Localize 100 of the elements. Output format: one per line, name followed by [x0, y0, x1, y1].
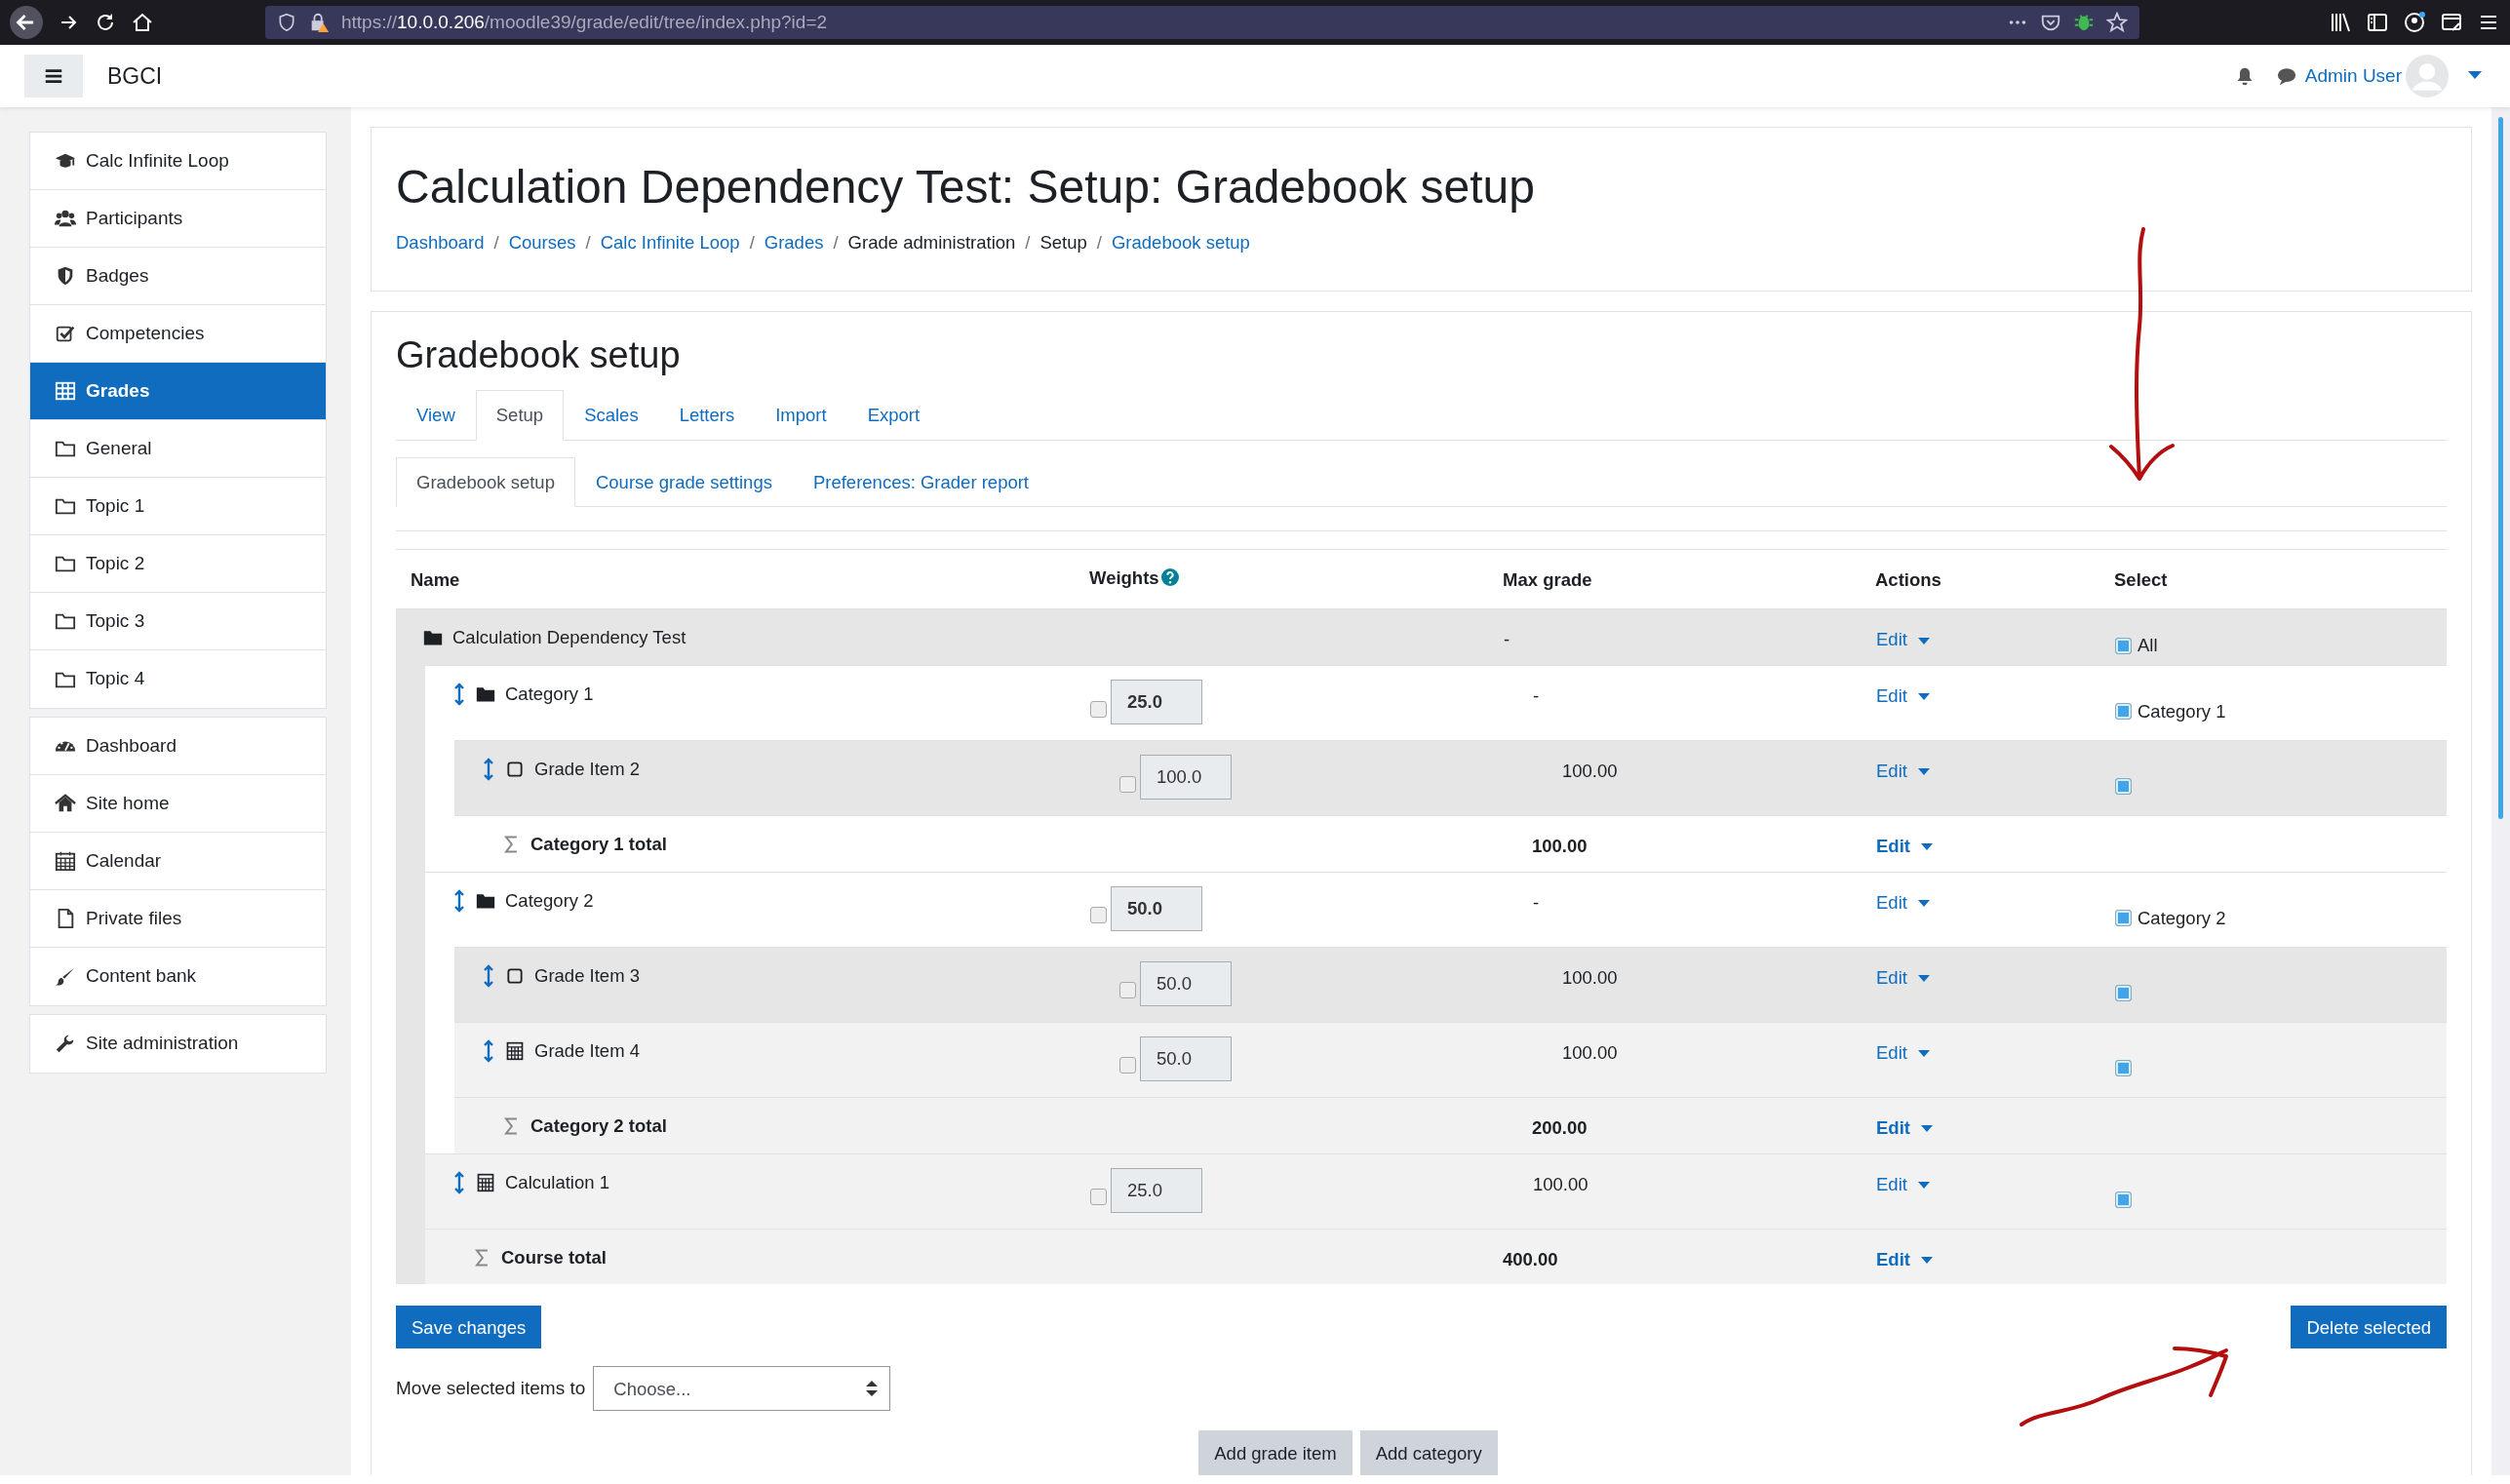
sidebar-item[interactable]: Badges	[30, 248, 326, 305]
address-bar[interactable]: https://10.0.0.206/moodle39/grade/edit/tree/index.php?id=2	[265, 6, 2139, 39]
checkbox[interactable]	[2115, 1059, 2132, 1076]
checkbox[interactable]	[2115, 778, 2132, 796]
breadcrumb-link[interactable]: Grades	[764, 228, 824, 256]
user-name-link[interactable]: Admin User	[2304, 61, 2402, 91]
move-icon[interactable]	[452, 1170, 466, 1194]
edit-menu-link[interactable]: Edit	[1876, 1116, 1934, 1138]
edit-menu-link[interactable]: Edit	[1876, 966, 1931, 988]
tab[interactable]: Preferences: Grader report	[792, 456, 1049, 508]
edit-menu-link[interactable]: Edit	[1876, 1173, 1931, 1194]
folder-icon	[476, 684, 495, 705]
checkbox[interactable]	[2115, 909, 2132, 926]
page-title: Calculation Dependency Test: Setup: Gradebook setup	[396, 160, 1536, 215]
paintbrush-icon	[55, 965, 76, 988]
edit-menu-link[interactable]: Edit	[1876, 685, 1931, 707]
checkbox[interactable]	[1090, 907, 1107, 924]
scrollbar[interactable]	[2491, 107, 2510, 1476]
checkbox[interactable]	[1119, 982, 1136, 999]
breadcrumb-link[interactable]: Courses	[508, 228, 576, 256]
checkbox[interactable]	[1119, 775, 1136, 793]
item-name: Grade Item 2	[534, 758, 640, 782]
caret-icon	[1918, 693, 1931, 702]
save-changes-button[interactable]: Save changes	[396, 1306, 542, 1349]
weight-input[interactable]: 25.0	[1111, 1167, 1202, 1213]
move-select[interactable]: Choose...	[593, 1366, 891, 1412]
sidebar-icon[interactable]	[2366, 11, 2389, 34]
sidebar-item[interactable]: Topic 3	[30, 593, 326, 650]
add-button[interactable]: Add category	[1359, 1430, 1498, 1476]
menu-button[interactable]	[24, 55, 83, 98]
star-icon[interactable]	[2106, 12, 2128, 33]
tab[interactable]: Course grade settings	[574, 456, 793, 508]
tab[interactable]: Scales	[564, 389, 659, 441]
tab[interactable]: Export	[846, 389, 941, 441]
calculator-icon	[505, 1040, 525, 1061]
weight-input[interactable]: 100.0	[1140, 755, 1232, 801]
sidebar-item[interactable]: Grades	[30, 363, 326, 420]
calendar-icon	[55, 850, 76, 872]
sidebar-item[interactable]: Site home	[30, 775, 326, 833]
sidebar-item[interactable]: Participants	[30, 190, 326, 248]
checkbox[interactable]	[1090, 1189, 1107, 1206]
select-label: All	[2137, 634, 2158, 658]
sidebar-item[interactable]: Topic 2	[30, 535, 326, 593]
tab[interactable]: Letters	[658, 389, 756, 441]
move-icon[interactable]	[452, 888, 466, 913]
edit-menu-link[interactable]: Edit	[1876, 891, 1931, 913]
edit-menu-link[interactable]: Edit	[1876, 629, 1931, 650]
breadcrumb-link[interactable]: Dashboard	[396, 228, 485, 256]
sidebar-item[interactable]: Calendar	[30, 833, 326, 890]
max-grade-text: 100.00	[1561, 1040, 1618, 1065]
item-name: Grade Item 3	[534, 963, 640, 988]
back-icon[interactable]	[10, 6, 43, 39]
edit-menu-link[interactable]: Edit	[1876, 1041, 1931, 1063]
checkbox[interactable]	[1119, 1057, 1136, 1074]
library-icon[interactable]	[2329, 11, 2352, 34]
edit-menu-link[interactable]: Edit	[1876, 1248, 1934, 1269]
move-icon[interactable]	[452, 683, 466, 707]
sidebar-item[interactable]: Topic 4	[30, 650, 326, 708]
max-grade-text: -	[1503, 628, 1510, 652]
chat-icon[interactable]	[2275, 65, 2297, 87]
edit-menu-link[interactable]: Edit	[1876, 761, 1931, 782]
move-icon[interactable]	[482, 1038, 495, 1063]
checkbox[interactable]	[2115, 984, 2132, 1001]
account-icon[interactable]	[2403, 11, 2426, 34]
sidebar-item[interactable]: Calc Infinite Loop	[30, 133, 326, 190]
checkbox[interactable]	[2115, 1191, 2132, 1208]
select-label: Category 2	[2137, 906, 2226, 930]
tab[interactable]: Import	[755, 389, 847, 441]
weight-input[interactable]: 25.0	[1111, 680, 1202, 725]
site-name[interactable]: BGCI	[107, 59, 163, 94]
caret-icon[interactable]	[2468, 71, 2482, 81]
sidebar-item[interactable]: Site administration	[30, 1015, 326, 1073]
help-icon[interactable]	[1160, 568, 1179, 587]
delete-selected-button[interactable]: Delete selected	[2291, 1306, 2447, 1349]
sidebar-item[interactable]: Dashboard	[30, 718, 326, 775]
checkbox[interactable]	[2115, 637, 2132, 654]
breadcrumb-separator: /	[749, 230, 755, 254]
edit-menu-link[interactable]: Edit	[1876, 836, 1934, 857]
checkbox[interactable]	[2115, 703, 2132, 721]
weight-input[interactable]: 50.0	[1111, 885, 1202, 931]
breadcrumb-link[interactable]: Calc Infinite Loop	[600, 228, 740, 256]
sidebar-item[interactable]: Private files	[30, 890, 326, 948]
checkbox[interactable]	[1090, 700, 1107, 718]
weight-input[interactable]: 50.0	[1140, 1035, 1232, 1081]
move-icon[interactable]	[482, 963, 495, 988]
sort-caret-icon	[866, 1381, 879, 1397]
tab[interactable]: Setup	[475, 389, 565, 441]
home-icon[interactable]	[131, 11, 154, 34]
sidebar-item[interactable]: Topic 1	[30, 478, 326, 535]
breadcrumb-link[interactable]: Gradebook setup	[1111, 228, 1250, 256]
tab[interactable]: Gradebook setup	[396, 456, 575, 508]
sidebar-item[interactable]: Content bank	[30, 948, 326, 1005]
tab[interactable]: View	[396, 389, 476, 441]
select-label: Category 1	[2137, 699, 2226, 723]
move-icon[interactable]	[482, 758, 495, 782]
column-header: Max grade	[1503, 567, 1593, 592]
max-grade-text: -	[1532, 684, 1540, 709]
sidebar-item[interactable]: General	[30, 420, 326, 478]
weight-input[interactable]: 50.0	[1140, 960, 1232, 1006]
add-button[interactable]: Add grade item	[1198, 1430, 1353, 1476]
